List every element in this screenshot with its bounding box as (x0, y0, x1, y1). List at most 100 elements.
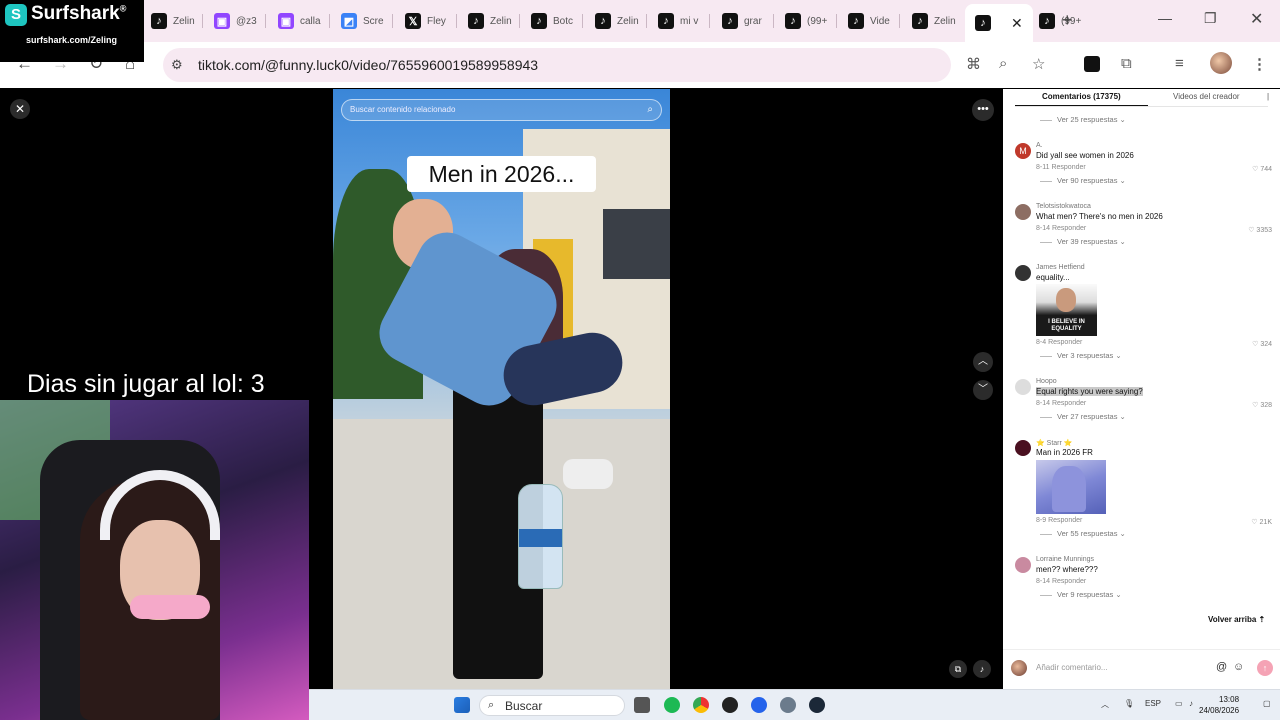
comment-avatar[interactable] (1015, 379, 1031, 395)
volume-icon[interactable]: ♪ (973, 660, 991, 678)
browser-tab[interactable]: ♪ mi v (648, 8, 708, 34)
back-to-top-button[interactable]: Volver arriba ⇡ (1208, 615, 1265, 624)
browser-tab[interactable]: ♪ ✕ (965, 4, 1033, 42)
previous-video-icon[interactable]: ︿ (973, 352, 993, 372)
more-options-icon[interactable]: ••• (972, 99, 994, 121)
minimize-icon[interactable]: — (1158, 10, 1172, 26)
comment-avatar[interactable] (1015, 440, 1031, 456)
browser-tab[interactable]: ♪ Zelin (902, 8, 962, 34)
comment-likes[interactable]: ♡ 328 (1252, 401, 1272, 409)
tab-creator-videos[interactable]: Videos del creador (1173, 92, 1240, 101)
browser-tab[interactable]: ♪ (99+ (775, 8, 835, 34)
browser-tab[interactable]: ♪ Zelin (458, 8, 518, 34)
tray-overflow-icon[interactable]: ︿ (1101, 699, 1109, 710)
tab-comments[interactable]: Comentarios (17375) (1042, 92, 1121, 101)
send-comment-button[interactable]: ↑ (1257, 660, 1273, 676)
comment-input[interactable]: Añadir comentario... (1036, 663, 1108, 672)
reply-link[interactable]: Responder (1052, 400, 1086, 407)
taskbar-search[interactable]: ⌕ Buscar (479, 695, 625, 716)
reply-link[interactable]: Responder (1051, 164, 1085, 171)
comment-username[interactable]: James Hetfiend (1036, 264, 1085, 271)
site-settings-icon[interactable]: ⚙ (171, 57, 183, 73)
task-view-icon[interactable] (634, 697, 650, 713)
settings-gear-icon[interactable] (780, 697, 796, 713)
tiktok-icon: ♪ (468, 13, 484, 29)
reply-link[interactable]: Responder (1052, 225, 1086, 232)
comment-avatar[interactable] (1015, 204, 1031, 220)
browser-tab[interactable]: ♪ Zelin (141, 8, 201, 34)
microphone-icon[interactable]: 🎙 (1124, 699, 1134, 708)
translate-icon[interactable]: ⌘ (966, 55, 981, 73)
reply-link[interactable]: Responder (1048, 517, 1082, 524)
comment-likes[interactable]: ♡ 744 (1252, 165, 1272, 173)
language-indicator[interactable]: ESP (1145, 699, 1161, 708)
notifications-icon[interactable]: ▢ (1263, 699, 1271, 708)
extension-record-icon[interactable] (1084, 56, 1100, 72)
view-replies-link[interactable]: Ver 9 respuestas ⌄ (1040, 590, 1122, 599)
zoom-icon[interactable]: ⌕ (999, 55, 1007, 72)
x-icon: 𝕏 (405, 13, 421, 29)
tab-divider (1015, 106, 1268, 107)
comment-image[interactable] (1036, 460, 1106, 514)
view-replies-link[interactable]: Ver 39 respuestas ⌄ (1040, 237, 1126, 246)
view-replies-link[interactable]: Ver 55 respuestas ⌄ (1040, 529, 1126, 538)
reply-link[interactable]: Responder (1052, 578, 1086, 585)
browser-tab[interactable]: ♪ Zelin (585, 8, 645, 34)
view-replies-link[interactable]: Ver 3 respuestas ⌄ (1040, 351, 1122, 360)
taskbar-clock[interactable]: 13:08 24/08/2026 (1199, 694, 1239, 716)
comment-username[interactable]: ⭐ Starr ⭐ (1036, 439, 1073, 447)
browser-tab[interactable]: ▣ @z3 (204, 8, 264, 34)
related-search-input[interactable]: Buscar contenido relacionado ⌕ (341, 99, 662, 121)
comment-likes[interactable]: ♡ 21K (1251, 518, 1272, 526)
speaker-icon[interactable]: ♪ (1189, 699, 1193, 708)
browser-tab[interactable]: ◩ Scre (331, 8, 391, 34)
comment-username[interactable]: Lorraine Munnings (1036, 556, 1094, 563)
video-frame[interactable]: Buscar contenido relacionado ⌕ Men in 20… (333, 89, 670, 689)
browser-tab[interactable]: ♪ Botc (521, 8, 581, 34)
comment-username[interactable]: Telotsistokwatoca (1036, 203, 1091, 210)
comment-username[interactable]: A. (1036, 142, 1043, 149)
browser-tab[interactable]: ♪ Vide (838, 8, 898, 34)
view-replies-link[interactable]: Ver 27 respuestas ⌄ (1040, 412, 1126, 421)
close-tab-icon[interactable]: ✕ (1011, 15, 1023, 32)
chrome-icon[interactable] (693, 697, 709, 713)
reply-link[interactable]: Responder (1048, 339, 1082, 346)
profile-avatar[interactable] (1210, 52, 1232, 74)
bookmark-star-icon[interactable]: ☆ (1032, 55, 1045, 73)
new-tab-button[interactable]: + (1062, 10, 1073, 31)
comment-avatar[interactable]: M (1015, 143, 1031, 159)
panel-scroll-marker: | (1267, 92, 1270, 101)
active-tab-underline (1015, 105, 1148, 106)
close-icon[interactable]: ✕ (10, 99, 30, 119)
emoji-icon[interactable]: ☺ (1233, 661, 1244, 673)
next-video-icon[interactable]: ﹀ (973, 380, 993, 400)
restore-icon[interactable]: ❐ (1204, 10, 1217, 27)
browser-tab[interactable]: ▣ calla (268, 8, 328, 34)
search-icon[interactable]: ⌕ (647, 104, 653, 115)
obs-icon[interactable] (722, 697, 738, 713)
picture-in-picture-icon[interactable]: ⧉ (949, 660, 967, 678)
comment-likes[interactable]: ♡ 3353 (1248, 226, 1272, 234)
comment-avatar[interactable] (1015, 557, 1031, 573)
browser-tab[interactable]: ♪ grar (712, 8, 772, 34)
browser-tab[interactable]: 𝕏 Fley (395, 8, 455, 34)
extensions-puzzle-icon[interactable]: ⧉ (1121, 55, 1132, 72)
spotify-icon[interactable] (664, 697, 680, 713)
comment-likes[interactable]: ♡ 324 (1252, 340, 1272, 348)
steam-icon[interactable] (809, 697, 825, 713)
view-replies-link[interactable]: Ver 90 respuestas ⌄ (1040, 176, 1126, 185)
comment-username[interactable]: Hoopo (1036, 378, 1057, 385)
comment-image[interactable]: I BELIEVE IN EQUALITY (1036, 284, 1097, 336)
media-queue-icon[interactable]: ≡ (1175, 55, 1184, 72)
browser-tab[interactable]: ♪ (99+ (1029, 8, 1089, 34)
network-icon[interactable]: ▭ (1175, 699, 1183, 708)
app-blue-icon[interactable] (751, 697, 767, 713)
close-window-icon[interactable]: ✕ (1250, 9, 1263, 29)
mention-icon[interactable]: @ (1216, 661, 1227, 673)
browser-menu-icon[interactable]: ⋮ (1252, 55, 1267, 73)
comment-avatar[interactable] (1015, 265, 1031, 281)
windows-start-icon[interactable] (454, 697, 470, 713)
url-text[interactable]: tiktok.com/@funny.luck0/video/7655960019… (198, 57, 538, 73)
view-replies-link[interactable]: Ver 25 respuestas ⌄ (1040, 115, 1126, 124)
address-bar[interactable]: ⚙ tiktok.com/@funny.luck0/video/76559600… (163, 48, 951, 82)
